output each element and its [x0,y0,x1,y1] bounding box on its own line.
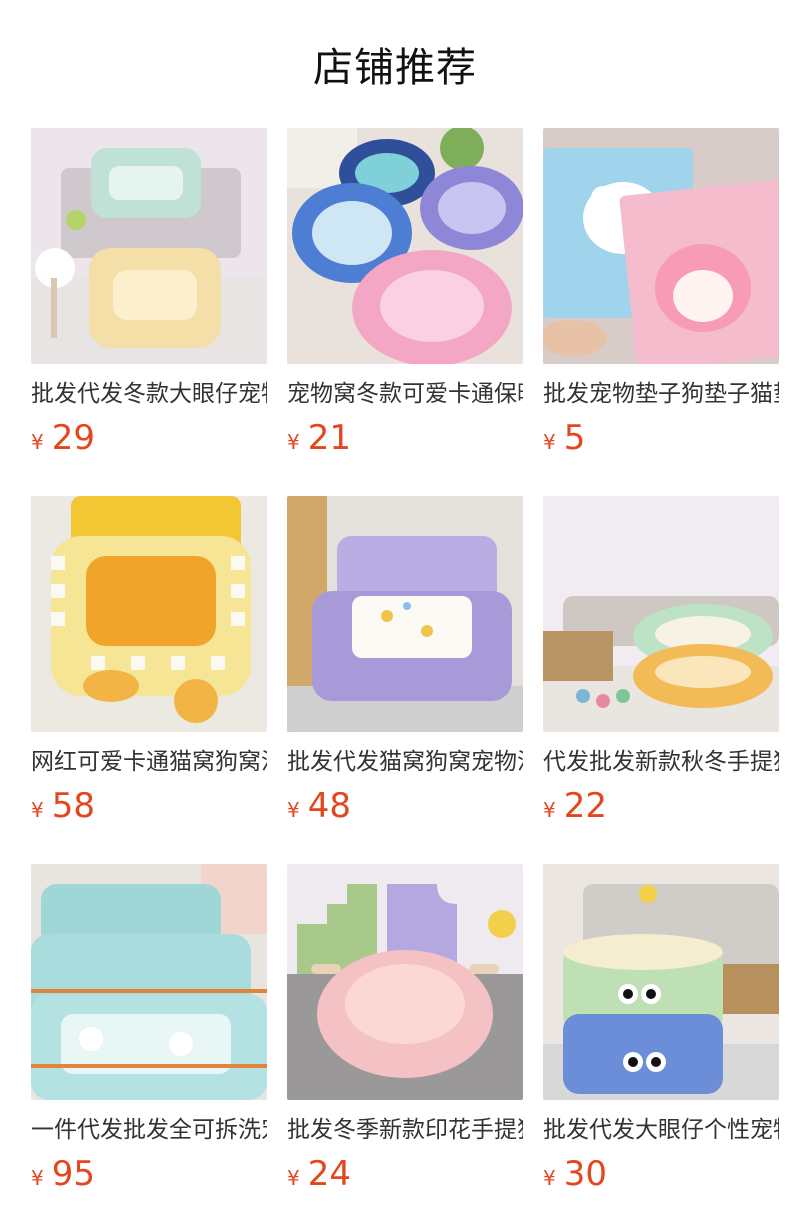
product-image[interactable] [287,864,523,1100]
product-title[interactable]: 批发冬季新款印花手提猫窝 [287,1114,523,1146]
product-title[interactable]: 一件代发批发全可拆洗宠物窝 [31,1114,267,1146]
product-card[interactable]: 批发代发猫窝狗窝宠物沙发 ¥ 48 [287,496,523,832]
currency-symbol: ¥ [287,1166,300,1190]
page-header: 店铺推荐 [0,0,790,128]
currency-symbol: ¥ [543,798,556,822]
currency-symbol: ¥ [31,1166,44,1190]
product-title[interactable]: 批发代发冬款大眼仔宠物窝 [31,378,267,410]
currency-symbol: ¥ [31,798,44,822]
currency-symbol: ¥ [31,430,44,454]
product-title[interactable]: 批发代发大眼仔个性宠物窝 [543,1114,779,1146]
price-value: 24 [307,1154,351,1194]
product-title[interactable]: 宠物窝冬款可爱卡通保暖窝 [287,378,523,410]
product-price: ¥ 29 [31,418,267,458]
product-title[interactable]: 代发批发新款秋冬手提猫窝 [543,746,779,778]
price-value: 22 [563,786,607,826]
product-price: ¥ 30 [543,1154,779,1194]
blue-gingham-beds-image [31,864,267,1100]
currency-symbol: ¥ [287,430,300,454]
product-title[interactable]: 批发代发猫窝狗窝宠物沙发 [287,746,523,778]
product-price: ¥ 24 [287,1154,523,1194]
plush-round-beds-image [543,496,779,732]
product-card[interactable]: 网红可爱卡通猫窝狗窝沙发 ¥ 58 [31,496,267,832]
product-price: ¥ 58 [31,786,267,826]
product-title[interactable]: 批发宠物垫子狗垫子猫垫子 [543,378,779,410]
pink-round-bed-image [287,864,523,1100]
product-image[interactable] [543,128,779,364]
currency-symbol: ¥ [543,430,556,454]
currency-symbol: ¥ [543,1166,556,1190]
lilac-gingham-bed-image [287,496,523,732]
price-value: 30 [563,1154,607,1194]
product-card[interactable]: 宠物窝冬款可爱卡通保暖窝 ¥ 21 [287,128,523,464]
page-title: 店铺推荐 [313,45,477,91]
yellow-checkered-bed-image [31,496,267,732]
price-value: 29 [51,418,95,458]
product-card[interactable]: 批发代发大眼仔个性宠物窝 ¥ 30 [543,864,779,1200]
price-value: 95 [51,1154,95,1194]
product-card[interactable]: 一件代发批发全可拆洗宠物窝 ¥ 95 [31,864,267,1200]
product-card[interactable]: 批发宠物垫子狗垫子猫垫子 ¥ 5 [543,128,779,464]
striped-pet-bed-image [31,128,267,364]
price-value: 21 [307,418,351,458]
product-price: ¥ 22 [543,786,779,826]
product-image[interactable] [31,128,267,364]
product-image[interactable] [287,496,523,732]
product-image[interactable] [543,864,779,1100]
product-card[interactable]: 批发冬季新款印花手提猫窝 ¥ 24 [287,864,523,1200]
product-card[interactable]: 代发批发新款秋冬手提猫窝 ¥ 22 [543,496,779,832]
product-image[interactable] [543,496,779,732]
product-title[interactable]: 网红可爱卡通猫窝狗窝沙发 [31,746,267,778]
product-price: ¥ 48 [287,786,523,826]
product-image[interactable] [287,128,523,364]
price-value: 5 [563,418,586,458]
checkered-eyes-bucket-image [543,864,779,1100]
currency-symbol: ¥ [287,798,300,822]
product-price: ¥ 95 [31,1154,267,1194]
price-value: 48 [307,786,351,826]
price-value: 58 [51,786,95,826]
product-grid: 批发代发冬款大眼仔宠物窝 ¥ 29 宠物窝冬款可爱卡通保暖窝 [0,128,790,1232]
product-image[interactable] [31,496,267,732]
product-price: ¥ 21 [287,418,523,458]
product-image[interactable] [31,864,267,1100]
product-price: ¥ 5 [543,418,779,458]
product-card[interactable]: 批发代发冬款大眼仔宠物窝 ¥ 29 [31,128,267,464]
cartoon-pet-mats-image [543,128,779,364]
round-cartoon-beds-image [287,128,523,364]
